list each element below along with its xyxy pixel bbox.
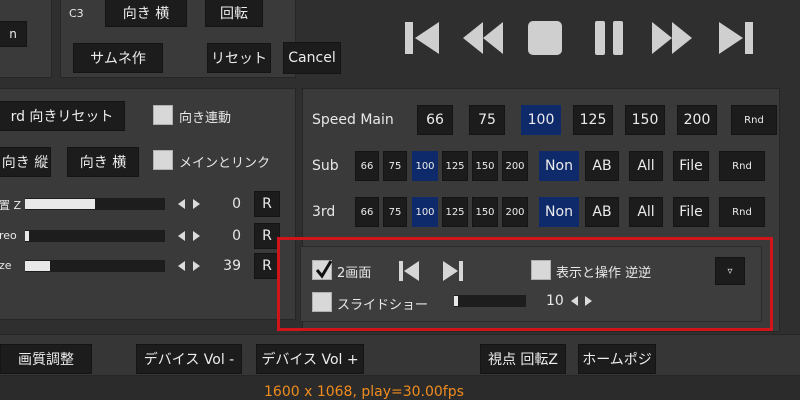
slider-value: 0 — [232, 228, 241, 244]
speed-sub-random[interactable]: Rnd — [719, 151, 765, 181]
top-left-edge-panel: n — [0, 0, 52, 78]
speed-third-random[interactable]: Rnd — [719, 197, 765, 227]
left-orientation-panel: rd 向きリセット 向き連動 向き 縦 向き 横 メインとリンク 置 Z 0 R… — [0, 88, 296, 320]
speed-main-100[interactable]: 100 — [521, 105, 561, 135]
slider-value: 0 — [232, 196, 241, 212]
clipped-glyph: n — [9, 27, 17, 41]
speed-third-150[interactable]: 150 — [472, 197, 498, 227]
rotate-button[interactable]: 回転 — [205, 0, 263, 27]
quality-button[interactable]: 画質調整 — [0, 344, 92, 374]
bottom-controls-panel — [0, 334, 800, 376]
increment-icon[interactable] — [193, 199, 200, 209]
slider-fill — [25, 231, 30, 241]
skip-next-icon[interactable] — [715, 18, 755, 58]
rewind-icon[interactable] — [461, 18, 505, 58]
main-link-checkbox[interactable] — [153, 150, 173, 170]
cancel-button[interactable]: Cancel — [283, 42, 341, 74]
view-rotate-z-button[interactable]: 視点 回転Z — [480, 344, 566, 374]
decrement-icon[interactable] — [178, 231, 185, 241]
speed-third-125[interactable]: 125 — [442, 197, 468, 227]
speed-main-125[interactable]: 125 — [573, 105, 613, 135]
slider-label: reo — [0, 229, 17, 242]
speed-sub-75[interactable]: 75 — [383, 151, 407, 181]
slider-label: 置 Z — [0, 199, 22, 212]
highlight-frame — [277, 237, 773, 331]
fast-forward-icon[interactable] — [650, 18, 694, 58]
device-vol-up-button[interactable]: デバイス Vol + — [256, 344, 364, 374]
speed-third-100[interactable]: 100 — [412, 197, 438, 227]
speed-third-mode-non[interactable]: Non — [539, 197, 579, 227]
thumbnail-button[interactable]: サムネ作 — [73, 43, 163, 73]
device-vol-down-button[interactable]: デバイス Vol - — [136, 344, 242, 374]
speed-main-66[interactable]: 66 — [417, 105, 453, 135]
reset-button[interactable]: リセット — [207, 43, 271, 73]
orient-horizontal-button-2[interactable]: 向き 横 — [67, 147, 139, 177]
slider-value: 39 — [223, 258, 241, 274]
speed-main-label: Speed Main — [312, 112, 394, 128]
speed-sub-label: Sub — [312, 158, 339, 174]
decrement-icon[interactable] — [178, 261, 185, 271]
orient-link-label: 向き連動 — [179, 111, 232, 126]
skip-previous-icon[interactable] — [403, 18, 443, 58]
speed-third-label: 3rd — [312, 204, 336, 220]
speed-third-75[interactable]: 75 — [383, 197, 407, 227]
speed-sub-66[interactable]: 66 — [355, 151, 379, 181]
slider-reset-button[interactable]: R — [254, 191, 280, 217]
top-controls-panel: C3 向き 横 回転 サムネ作 リセット — [60, 0, 296, 78]
speed-main-75[interactable]: 75 — [469, 105, 505, 135]
home-position-button[interactable]: ホームポジ — [578, 344, 656, 374]
slider-track[interactable] — [25, 198, 165, 210]
speed-main-random[interactable]: Rnd — [731, 105, 777, 135]
speed-sub-mode-file[interactable]: File — [673, 151, 709, 181]
slider-label: ze — [0, 259, 12, 272]
speed-sub-mode-non[interactable]: Non — [539, 151, 579, 181]
speed-third-mode-ab[interactable]: AB — [585, 197, 619, 227]
orient-link-checkbox[interactable] — [153, 105, 173, 125]
orient-horizontal-button[interactable]: 向き 横 — [105, 0, 187, 27]
speed-sub-125[interactable]: 125 — [442, 151, 468, 181]
stop-icon[interactable] — [525, 18, 565, 58]
top-left-clipped-button[interactable]: n — [0, 21, 27, 47]
slider-fill — [25, 261, 51, 271]
orient-reset-button[interactable]: rd 向きリセット — [0, 101, 125, 131]
speed-sub-100[interactable]: 100 — [412, 151, 438, 181]
speed-third-200[interactable]: 200 — [502, 197, 528, 227]
orient-vertical-button[interactable]: 向き 縦 — [0, 147, 51, 177]
c3-label: C3 — [69, 7, 84, 20]
pause-icon[interactable] — [591, 18, 627, 58]
speed-sub-200[interactable]: 200 — [502, 151, 528, 181]
resolution-fps-status: 1600 x 1068, play=30.00fps — [264, 384, 464, 400]
main-link-label: メインとリンク — [179, 156, 271, 171]
slider-fill — [25, 199, 95, 209]
increment-icon[interactable] — [193, 261, 200, 271]
decrement-icon[interactable] — [178, 199, 185, 209]
speed-sub-mode-ab[interactable]: AB — [585, 151, 619, 181]
increment-icon[interactable] — [193, 231, 200, 241]
speed-third-mode-file[interactable]: File — [673, 197, 709, 227]
speed-sub-150[interactable]: 150 — [472, 151, 498, 181]
speed-sub-mode-all[interactable]: All — [629, 151, 663, 181]
speed-main-150[interactable]: 150 — [625, 105, 665, 135]
speed-main-200[interactable]: 200 — [677, 105, 717, 135]
speed-third-mode-all[interactable]: All — [629, 197, 663, 227]
slider-track[interactable] — [25, 230, 165, 242]
speed-third-66[interactable]: 66 — [355, 197, 379, 227]
media-controls — [395, 12, 775, 68]
slider-track[interactable] — [25, 260, 165, 272]
